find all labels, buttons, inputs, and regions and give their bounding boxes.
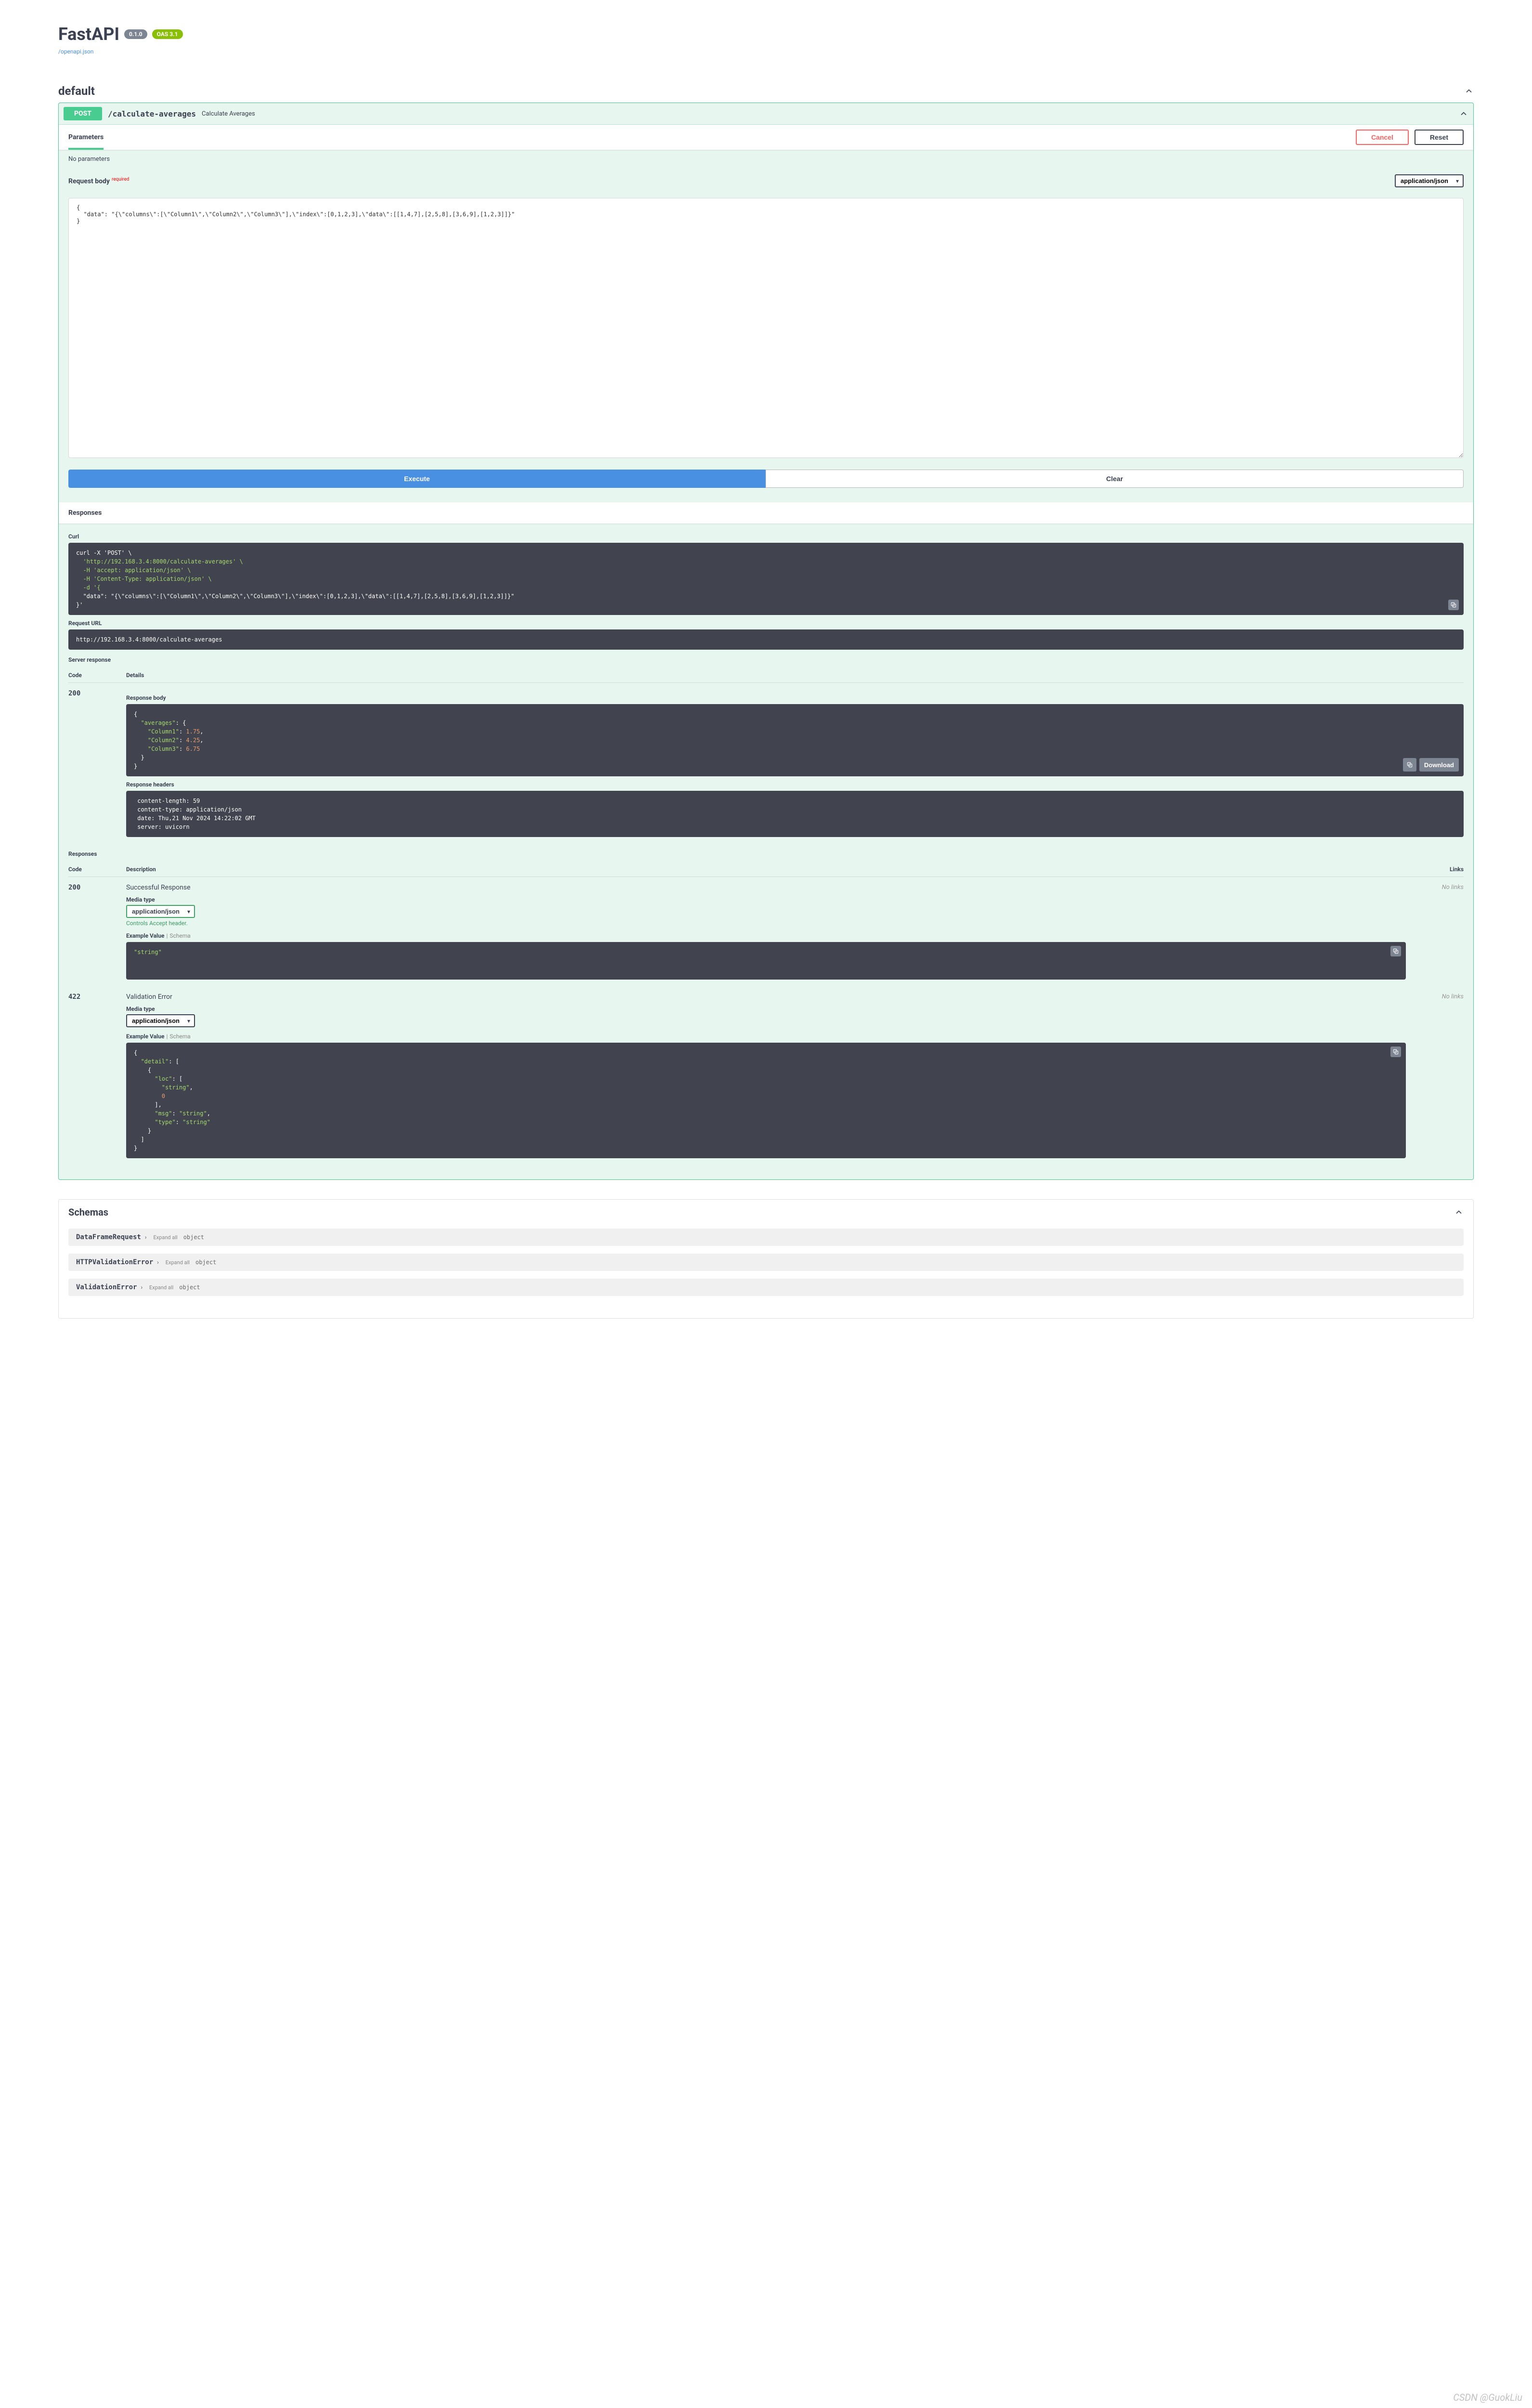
accept-header-hint: Controls Accept header. <box>126 920 1406 927</box>
curl-label: Curl <box>68 533 1464 540</box>
responses-section-header: Responses <box>59 502 1473 523</box>
col-code-header: Code <box>68 866 126 873</box>
chevron-right-icon: › <box>157 1259 159 1266</box>
doc-response-422: 422 Validation Error Media type applicat… <box>68 986 1464 1165</box>
chevron-up-icon <box>1454 1207 1464 1217</box>
model-name: ValidationError <box>76 1283 137 1291</box>
example-value-tab[interactable]: Example Value <box>126 1033 164 1040</box>
chevron-right-icon: › <box>141 1284 143 1291</box>
responses-doc-label: Responses <box>68 851 1464 857</box>
openapi-link[interactable]: /openapi.json <box>58 48 93 55</box>
model-name: DataFrameRequest <box>76 1233 141 1241</box>
copy-icon[interactable] <box>1390 1047 1401 1057</box>
oas-badge: OAS 3.1 <box>152 29 183 39</box>
expand-all-link[interactable]: Expand all <box>153 1234 177 1241</box>
required-badge: required <box>112 177 129 182</box>
col-links-header: Links <box>1406 866 1464 873</box>
media-type-label: Media type <box>126 1006 1406 1012</box>
version-badge: 0.1.0 <box>124 29 147 39</box>
content-type-select[interactable]: application/json <box>1395 174 1464 187</box>
chevron-up-icon <box>1464 86 1474 96</box>
doc-422-code: 422 <box>68 993 126 1158</box>
schema-tab[interactable]: Schema <box>169 1033 190 1040</box>
col-details-header: Details <box>126 672 1464 679</box>
doc-200-links: No links <box>1406 884 1464 980</box>
no-parameters-text: No parameters <box>59 150 1473 169</box>
object-tag: object <box>179 1284 200 1291</box>
server-response-label: Server response <box>68 656 1464 663</box>
live-response-row: 200 Response body { "averages": { "Colum… <box>68 683 1464 844</box>
request-url-block: http://192.168.3.4:8000/calculate-averag… <box>68 629 1464 650</box>
doc-422-links: No links <box>1406 993 1464 1158</box>
clear-button[interactable]: Clear <box>766 470 1464 488</box>
copy-icon[interactable] <box>1448 600 1459 610</box>
example-422-block: { "detail": [ { "loc": [ "string", 0 ], … <box>126 1043 1406 1158</box>
object-tag: object <box>183 1234 204 1241</box>
media-type-label: Media type <box>126 896 1406 903</box>
method-badge: POST <box>64 107 102 120</box>
cancel-button[interactable]: Cancel <box>1356 130 1409 145</box>
expand-all-link[interactable]: Expand all <box>166 1259 190 1266</box>
operation-summary-text: Calculate Averages <box>202 110 255 118</box>
operation-block: POST /calculate-averages Calculate Avera… <box>58 103 1474 1180</box>
response-headers-block: content-length: 59 content-type: applica… <box>126 791 1464 837</box>
example-200-block: "string" <box>126 942 1406 980</box>
response-body-block: { "averages": { "Column1": 1.75, "Column… <box>126 704 1464 776</box>
tab-parameters[interactable]: Parameters <box>68 130 104 145</box>
doc-422-desc: Validation Error <box>126 993 1406 1001</box>
media-type-select-422[interactable]: application/json <box>126 1014 195 1027</box>
section-default-header[interactable]: default <box>58 79 1474 103</box>
model-name: HTTPValidationError <box>76 1258 153 1266</box>
request-url-label: Request URL <box>68 620 1464 627</box>
response-headers-label: Response headers <box>126 781 1464 788</box>
doc-response-200: 200 Successful Response Media type appli… <box>68 877 1464 986</box>
object-tag: object <box>195 1259 216 1266</box>
curl-block: curl -X 'POST' \ 'http://192.168.3.4:800… <box>68 543 1464 615</box>
schemas-title: Schemas <box>68 1206 108 1218</box>
operation-path: /calculate-averages <box>108 109 196 118</box>
copy-icon[interactable] <box>1390 946 1401 956</box>
request-body-label: Request bodyrequired <box>68 177 129 185</box>
watermark: CSDN @GuokLiu <box>1453 2392 1522 2403</box>
schema-tab[interactable]: Schema <box>169 932 190 939</box>
media-type-select-200[interactable]: application/json <box>126 905 195 918</box>
doc-200-desc: Successful Response <box>126 884 1406 891</box>
example-value-tab[interactable]: Example Value <box>126 932 164 939</box>
schema-model-ValidationError[interactable]: ValidationError › Expand all object <box>68 1279 1464 1296</box>
col-code-header: Code <box>68 672 126 679</box>
expand-all-link[interactable]: Expand all <box>149 1284 173 1291</box>
parameters-bar: Parameters Cancel Reset <box>59 125 1473 150</box>
chevron-up-icon <box>1459 109 1468 118</box>
response-body-label: Response body <box>126 694 1464 701</box>
app-title: FastAPI <box>58 24 119 44</box>
request-body-editor[interactable] <box>68 198 1464 458</box>
schemas-section: Schemas DataFrameRequest › Expand all objec… <box>58 1199 1474 1319</box>
section-default-title: default <box>58 84 95 98</box>
chevron-right-icon: › <box>145 1234 147 1241</box>
download-button[interactable]: Download <box>1419 758 1459 772</box>
schema-model-HTTPValidationError[interactable]: HTTPValidationError › Expand all object <box>68 1254 1464 1271</box>
execute-button[interactable]: Execute <box>68 470 766 488</box>
copy-icon[interactable] <box>1403 758 1416 772</box>
doc-200-code: 200 <box>68 884 126 980</box>
schema-model-DataFrameRequest[interactable]: DataFrameRequest › Expand all object <box>68 1229 1464 1246</box>
live-response-code: 200 <box>68 690 126 837</box>
schemas-header[interactable]: Schemas <box>59 1200 1473 1225</box>
reset-button[interactable]: Reset <box>1415 130 1464 145</box>
col-description-header: Description <box>126 866 1406 873</box>
page-header: FastAPI 0.1.0 OAS 3.1 /openapi.json <box>58 10 1474 60</box>
operation-summary[interactable]: POST /calculate-averages Calculate Avera… <box>59 103 1473 124</box>
